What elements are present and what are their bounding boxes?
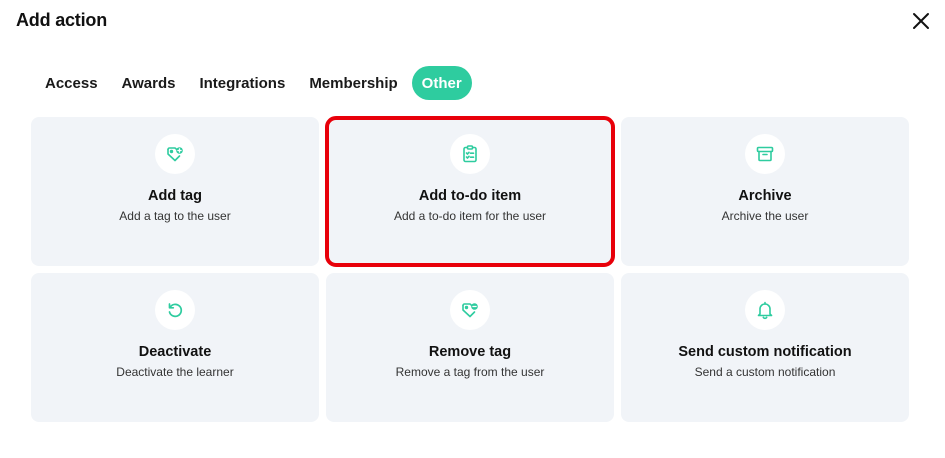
action-card-archive[interactable]: Archive Archive the user — [621, 117, 909, 266]
action-card-add-todo-item[interactable]: Add to-do item Add a to-do item for the … — [325, 116, 615, 267]
action-grid: Add tag Add a tag to the user Add to-do … — [31, 116, 909, 422]
action-description: Send a custom notification — [694, 365, 836, 379]
action-title: Archive — [738, 188, 792, 204]
action-description: Deactivate the learner — [116, 365, 234, 379]
close-button[interactable] — [908, 8, 934, 34]
action-card-add-tag[interactable]: Add tag Add a tag to the user — [31, 117, 319, 266]
action-title: Send custom notification — [678, 344, 852, 360]
tag-add-icon — [155, 134, 195, 174]
tab-awards[interactable]: Awards — [110, 66, 188, 100]
action-description: Archive the user — [721, 209, 809, 223]
action-card-deactivate[interactable]: Deactivate Deactivate the learner — [31, 273, 319, 422]
action-title: Add to-do item — [418, 188, 522, 204]
action-category-tabs: Access Awards Integrations Membership Ot… — [33, 66, 472, 100]
close-icon — [913, 13, 929, 29]
action-card-remove-tag[interactable]: Remove tag Remove a tag from the user — [326, 273, 614, 422]
action-title: Deactivate — [138, 344, 212, 360]
action-title: Remove tag — [428, 344, 512, 360]
action-description: Remove a tag from the user — [395, 365, 545, 379]
modal-title: Add action — [16, 10, 107, 30]
tab-access[interactable]: Access — [33, 66, 110, 100]
bell-icon — [745, 290, 785, 330]
tab-other[interactable]: Other — [411, 66, 472, 100]
tab-integrations[interactable]: Integrations — [187, 66, 297, 100]
clipboard-checklist-icon — [450, 134, 490, 174]
action-description: Add a tag to the user — [119, 209, 231, 223]
undo-circle-icon — [155, 290, 195, 330]
action-description: Add a to-do item for the user — [393, 209, 547, 223]
archive-box-icon — [745, 134, 785, 174]
action-card-send-custom-notification[interactable]: Send custom notification Send a custom n… — [621, 273, 909, 422]
action-title: Add tag — [148, 188, 202, 204]
tab-membership[interactable]: Membership — [297, 66, 409, 100]
tag-remove-icon — [450, 290, 490, 330]
